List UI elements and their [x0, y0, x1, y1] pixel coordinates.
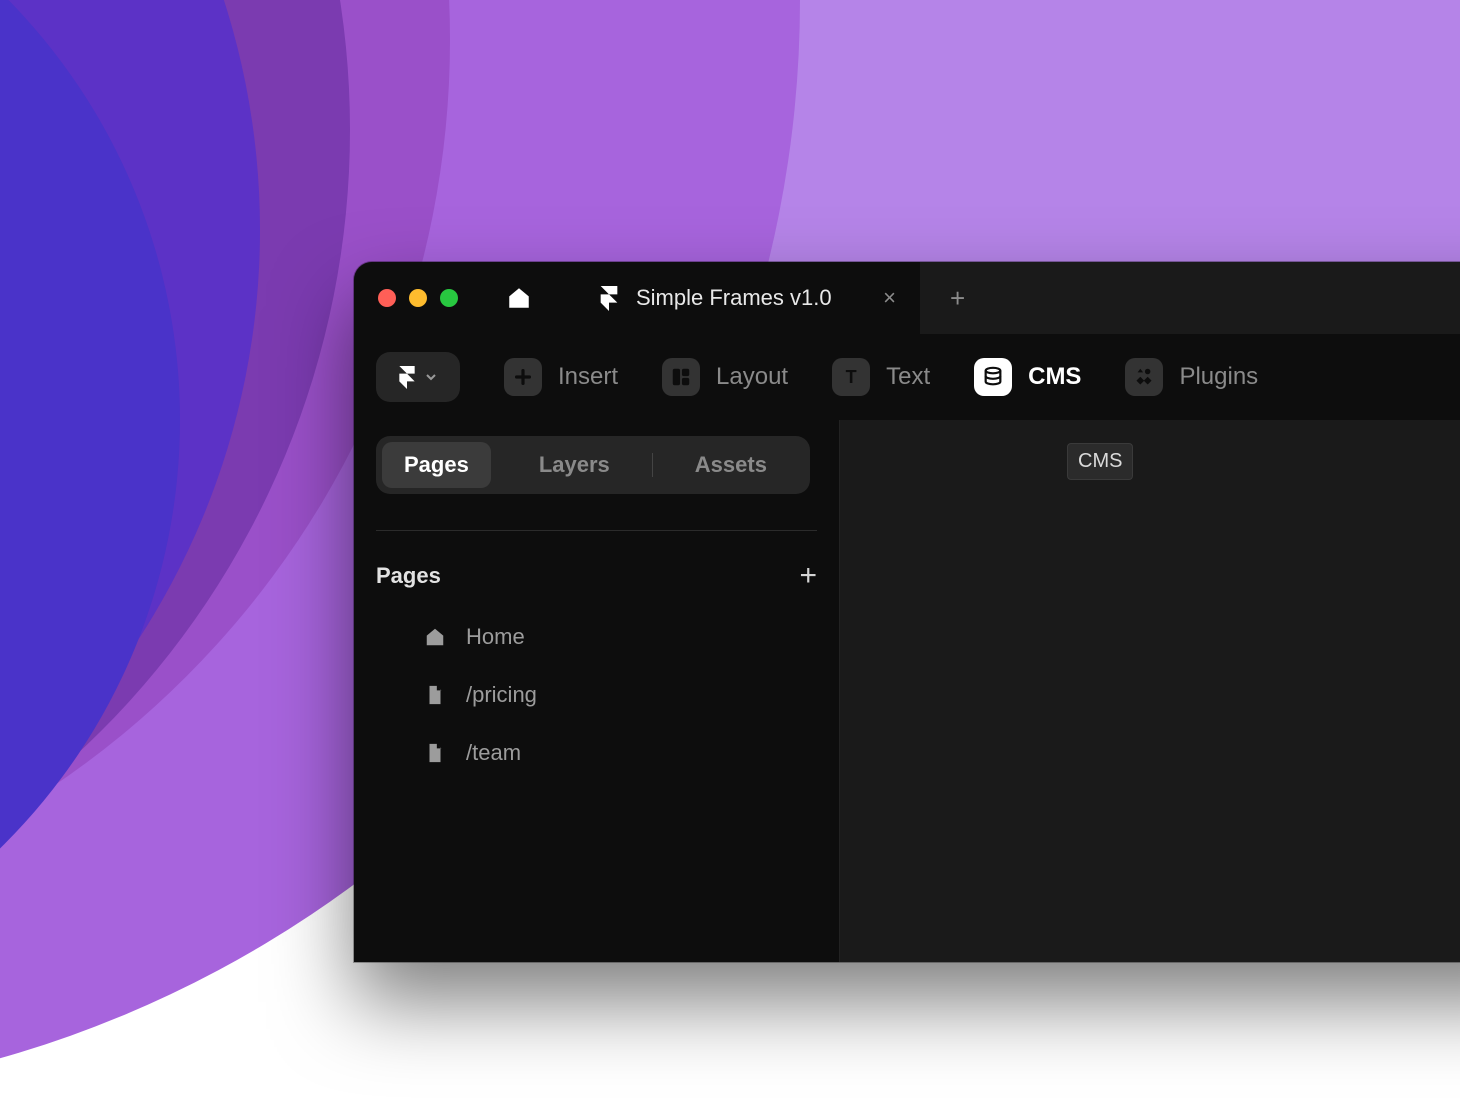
file-icon: [424, 742, 446, 764]
titlebar: Simple Frames v1.0 × +: [354, 262, 1460, 334]
layout-tool-button[interactable]: Layout: [662, 358, 788, 396]
plugins-icon: [1133, 366, 1155, 388]
framer-icon: [598, 286, 620, 311]
home-tab[interactable]: [488, 262, 550, 334]
database-icon: [982, 366, 1004, 388]
file-icon: [424, 684, 446, 706]
tab-separator: [652, 453, 653, 477]
text-tool-button[interactable]: T Text: [832, 358, 930, 396]
cms-tool-button[interactable]: CMS: [974, 358, 1081, 396]
plus-icon: [512, 366, 534, 388]
window-controls-area: [354, 262, 574, 334]
app-window: Simple Frames v1.0 × + Insert: [354, 262, 1460, 962]
left-panel: Pages Layers Assets Pages + Home /pricin…: [354, 420, 840, 962]
layout-icon: [670, 366, 692, 388]
tab-bar: +: [920, 262, 1460, 334]
page-label: /team: [466, 740, 521, 766]
tab-pages[interactable]: Pages: [382, 442, 491, 488]
pages-list: Home /pricing /team: [376, 611, 817, 779]
window-close-button[interactable]: [378, 289, 396, 307]
cms-label: CMS: [1028, 363, 1081, 391]
layout-label: Layout: [716, 363, 788, 391]
cms-tooltip: CMS: [1067, 443, 1133, 480]
page-label: Home: [466, 624, 525, 650]
pages-section-header: Pages +: [376, 561, 817, 591]
canvas[interactable]: [840, 420, 1460, 962]
panel-divider: [376, 530, 817, 531]
panel-tabs: Pages Layers Assets: [376, 436, 810, 494]
plugins-tool-button[interactable]: Plugins: [1125, 358, 1258, 396]
text-label: Text: [886, 363, 930, 391]
page-row-home[interactable]: Home: [376, 611, 817, 663]
new-tab-button[interactable]: +: [950, 285, 965, 311]
tab-assets[interactable]: Assets: [673, 442, 789, 488]
home-icon: [506, 285, 532, 311]
page-label: /pricing: [466, 682, 537, 708]
framer-logo-icon: [397, 366, 417, 389]
page-row-team[interactable]: /team: [376, 727, 817, 779]
window-minimize-button[interactable]: [409, 289, 427, 307]
chevron-down-icon: [423, 369, 439, 385]
project-tab[interactable]: Simple Frames v1.0 ×: [574, 262, 920, 334]
page-row-pricing[interactable]: /pricing: [376, 669, 817, 721]
traffic-lights: [378, 289, 458, 307]
pages-header-label: Pages: [376, 563, 441, 589]
tab-title: Simple Frames v1.0: [636, 285, 832, 311]
home-icon: [424, 626, 446, 648]
main-toolbar: Insert Layout T Text: [354, 334, 1460, 420]
tab-layers[interactable]: Layers: [517, 442, 632, 488]
plugins-label: Plugins: [1179, 363, 1258, 391]
insert-label: Insert: [558, 363, 618, 391]
text-icon: T: [846, 367, 857, 388]
app-menu-button[interactable]: [376, 352, 460, 402]
tab-close-button[interactable]: ×: [883, 287, 896, 309]
insert-tool-button[interactable]: Insert: [504, 358, 618, 396]
add-page-button[interactable]: +: [799, 561, 817, 591]
window-maximize-button[interactable]: [440, 289, 458, 307]
